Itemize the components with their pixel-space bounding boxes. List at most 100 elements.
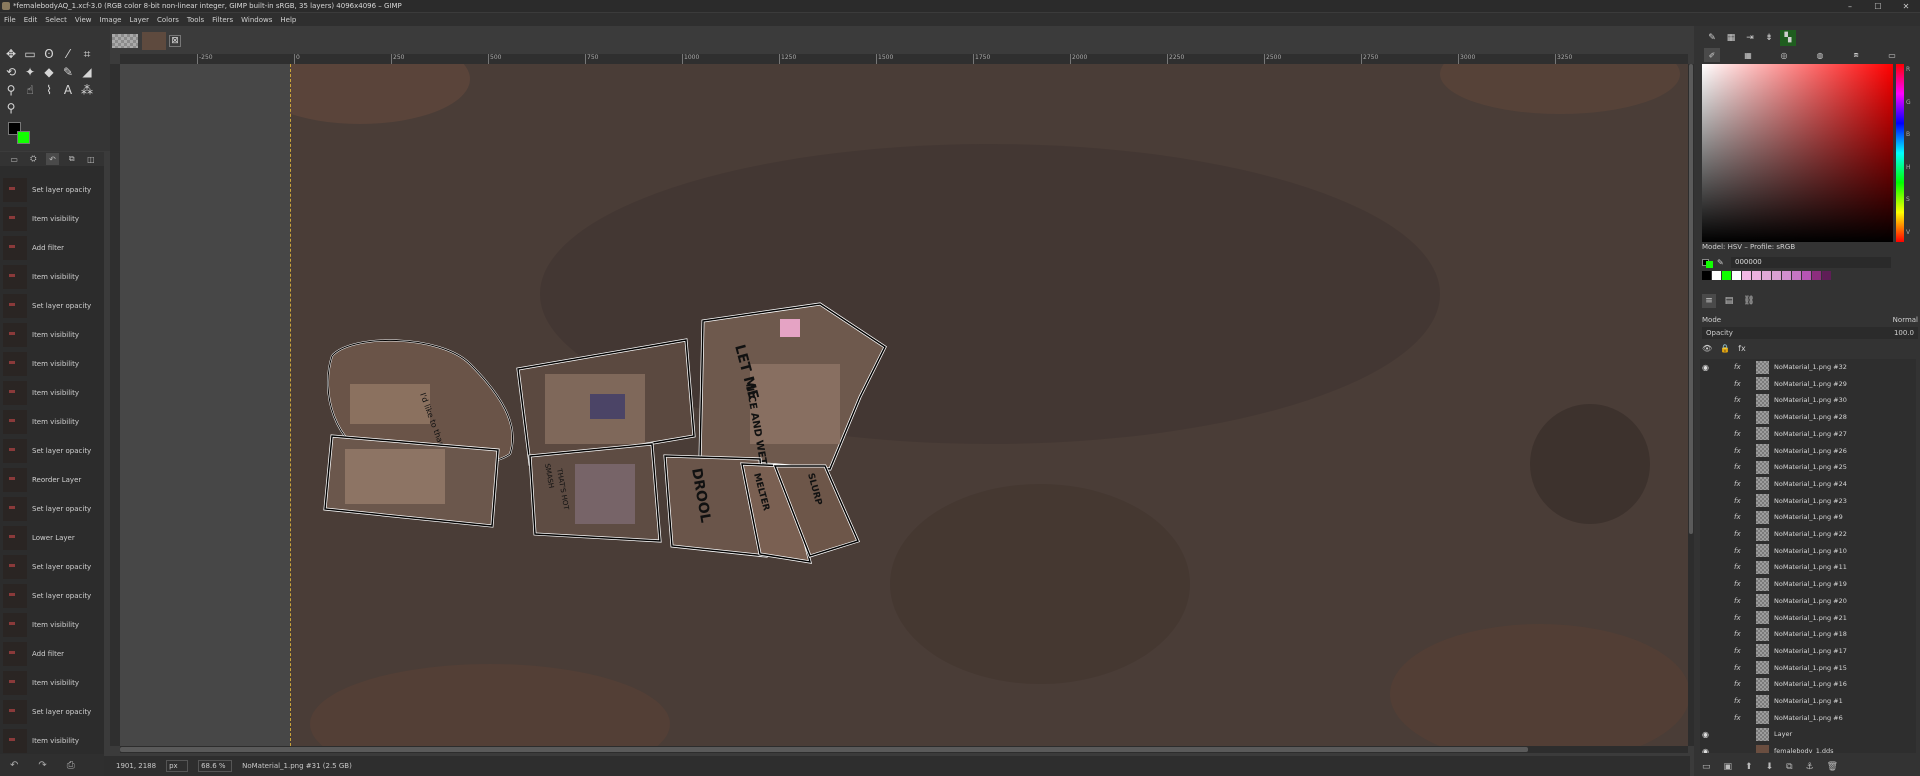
redo-icon[interactable]: ↷ — [38, 760, 46, 771]
history-item[interactable]: Lower Layer — [0, 523, 104, 552]
history-item[interactable]: Item visibility — [0, 349, 104, 378]
channel-letter[interactable]: B — [1906, 131, 1916, 138]
layers-action-icon[interactable]: 🗑 — [1827, 762, 1838, 772]
layer-fx-icon[interactable]: fx — [1734, 597, 1748, 605]
color-swatch[interactable] — [1702, 271, 1711, 280]
layer-fx-icon[interactable]: fx — [1734, 647, 1748, 655]
dock-icon[interactable]: ▦ — [1723, 30, 1739, 46]
color-swatch[interactable] — [1712, 271, 1721, 280]
dock-icon[interactable]: ⇟ — [1761, 30, 1777, 46]
color-dock-tab-icon[interactable]: ▭ — [1884, 48, 1900, 62]
layer-row[interactable]: fx NoMaterial_1.png #16 — [1700, 676, 1916, 692]
layer-fx-icon[interactable]: fx — [1734, 463, 1748, 471]
layer-row[interactable]: fx NoMaterial_1.png #29 — [1700, 376, 1916, 392]
horizontal-scrollbar-thumb[interactable] — [120, 747, 1528, 752]
menu-view[interactable]: View — [75, 16, 92, 24]
lasso-icon[interactable]: ʘ — [41, 46, 57, 62]
dock-icon[interactable]: ⇥ — [1742, 30, 1758, 46]
menu-tools[interactable]: Tools — [187, 16, 204, 24]
color-swatch[interactable] — [1752, 271, 1761, 280]
layer-row[interactable]: fx NoMaterial_1.png #25 — [1700, 459, 1916, 475]
layer-row[interactable]: fx NoMaterial_1.png #22 — [1700, 526, 1916, 542]
layer-name[interactable]: NoMaterial_1.png #1 — [1774, 697, 1843, 705]
layer-name[interactable]: NoMaterial_1.png #26 — [1774, 447, 1847, 455]
menu-windows[interactable]: Windows — [241, 16, 272, 24]
dock-icon[interactable]: ✎ — [1704, 30, 1720, 46]
zoom-icon[interactable]: ⚲ — [3, 100, 19, 116]
layers-action-icon[interactable]: ⬆ — [1745, 762, 1753, 772]
history-tab-icon[interactable]: ↶ — [46, 153, 59, 165]
history-tab-icon[interactable]: ◫ — [85, 153, 97, 165]
layer-name[interactable]: NoMaterial_1.png #17 — [1774, 647, 1847, 655]
layers-action-icon[interactable]: ⚓ — [1806, 762, 1814, 772]
layer-row[interactable]: fx NoMaterial_1.png #24 — [1700, 476, 1916, 492]
dock-icon[interactable]: ▚ — [1780, 30, 1796, 46]
history-tab-icon[interactable]: ⧉ — [66, 153, 78, 165]
layer-row[interactable]: ◉ femalebody_1.dds — [1700, 743, 1916, 753]
channel-letter[interactable]: H — [1906, 164, 1916, 171]
history-item[interactable]: Item visibility — [0, 668, 104, 697]
layer-row[interactable]: fx NoMaterial_1.png #28 — [1700, 409, 1916, 425]
layer-name[interactable]: NoMaterial_1.png #6 — [1774, 714, 1843, 722]
history-item[interactable]: Set layer opacity — [0, 436, 104, 465]
layer-fx-icon[interactable]: fx — [1734, 513, 1748, 521]
color-dock-tab-icon[interactable]: ⧈ — [1848, 48, 1864, 62]
history-item[interactable]: Set layer opacity — [0, 697, 104, 726]
color-dock-tab-icon[interactable]: ◍ — [1812, 48, 1828, 62]
warp-icon[interactable]: ✦ — [22, 64, 38, 80]
layer-fx-icon[interactable]: fx — [1734, 497, 1748, 505]
history-item[interactable]: Set layer opacity — [0, 175, 104, 204]
image-tab-thumbnail-active[interactable] — [142, 32, 166, 50]
crop-icon[interactable]: ⌗ — [79, 46, 95, 62]
color-swatch[interactable] — [1812, 271, 1821, 280]
layer-fx-icon[interactable]: fx — [1734, 413, 1748, 421]
layer-name[interactable]: Layer — [1774, 730, 1792, 738]
canvas-area[interactable]: I'd like to thank my body LET ME NICE AN… — [120, 64, 1688, 746]
layer-name[interactable]: NoMaterial_1.png #25 — [1774, 463, 1847, 471]
vertical-scrollbar-thumb[interactable] — [1689, 64, 1693, 534]
history-tab-icon[interactable]: ⛭ — [27, 153, 39, 165]
history-item[interactable]: Item visibility — [0, 378, 104, 407]
history-item[interactable]: Item visibility — [0, 320, 104, 349]
mode-dropdown[interactable]: Normal — [1893, 316, 1918, 324]
layer-fx-icon[interactable]: fx — [1734, 447, 1748, 455]
layer-name[interactable]: NoMaterial_1.png #15 — [1774, 664, 1847, 672]
menu-select[interactable]: Select — [45, 16, 67, 24]
layer-name[interactable]: NoMaterial_1.png #10 — [1774, 547, 1847, 555]
layer-name[interactable]: NoMaterial_1.png #22 — [1774, 530, 1847, 538]
layer-row[interactable]: fx NoMaterial_1.png #21 — [1700, 610, 1916, 626]
image-tab-thumbnail[interactable] — [112, 34, 138, 48]
layer-name[interactable]: femalebody_1.dds — [1774, 747, 1834, 753]
layer-fx-icon[interactable]: fx — [1734, 563, 1748, 571]
color-selector-square[interactable] — [1702, 64, 1893, 242]
layer-row[interactable]: ◉ Layer — [1700, 726, 1916, 742]
color-swatch[interactable] — [1792, 271, 1801, 280]
layer-visibility-eye-icon[interactable]: ◉ — [1702, 363, 1714, 372]
minimize-button[interactable]: – — [1836, 0, 1864, 12]
history-item[interactable]: Add filter — [0, 233, 104, 262]
layer-row[interactable]: fx NoMaterial_1.png #11 — [1700, 559, 1916, 575]
layer-name[interactable]: NoMaterial_1.png #32 — [1774, 363, 1847, 371]
menu-help[interactable]: Help — [280, 16, 296, 24]
color-swatch[interactable] — [1772, 271, 1781, 280]
layer-row[interactable]: ◉ fx NoMaterial_1.png #32 — [1700, 359, 1916, 375]
eraser-icon[interactable]: ◢ — [79, 64, 95, 80]
layer-row[interactable]: fx NoMaterial_1.png #20 — [1700, 593, 1916, 609]
layer-fx-icon[interactable]: fx — [1734, 380, 1748, 388]
layer-row[interactable]: fx NoMaterial_1.png #18 — [1700, 626, 1916, 642]
channel-letter[interactable]: R — [1906, 66, 1916, 73]
history-item[interactable]: Item visibility — [0, 262, 104, 291]
color-swatch[interactable] — [1732, 271, 1741, 280]
history-item[interactable]: Set layer opacity — [0, 581, 104, 610]
menu-colors[interactable]: Colors — [157, 16, 179, 24]
layer-row[interactable]: fx NoMaterial_1.png #1 — [1700, 693, 1916, 709]
rect-select-icon[interactable]: ▭ — [22, 46, 38, 62]
eyedropper-icon[interactable]: ✎ — [1717, 258, 1725, 267]
color-dock-tab-icon[interactable]: ▦ — [1740, 48, 1756, 62]
layer-fx-icon[interactable]: fx — [1734, 580, 1748, 588]
smudge-icon[interactable]: ☝ — [22, 82, 38, 98]
layer-fx-icon[interactable]: fx — [1734, 614, 1748, 622]
text-icon[interactable]: A — [60, 82, 76, 98]
transform-icon[interactable]: ⟲ — [3, 64, 19, 80]
menu-layer[interactable]: Layer — [129, 16, 149, 24]
